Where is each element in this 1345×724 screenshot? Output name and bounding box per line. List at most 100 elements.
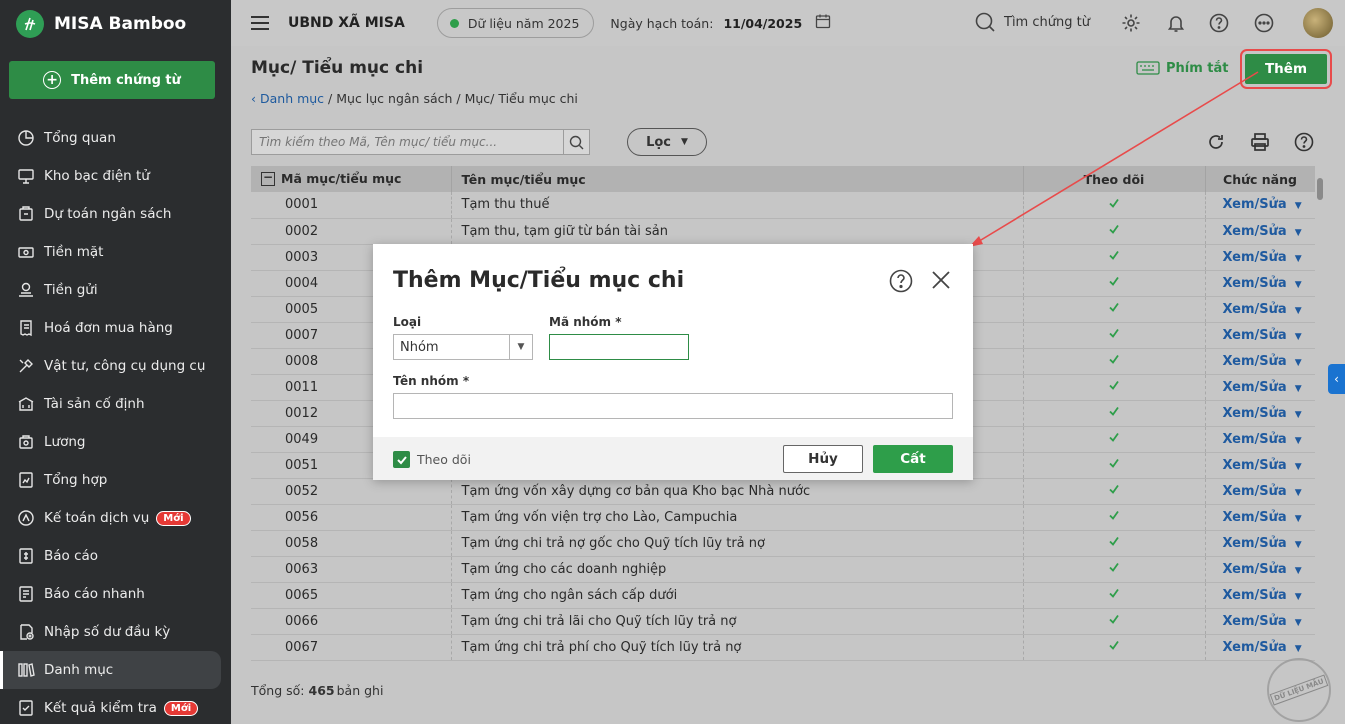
column-header-tracking[interactable]: Theo dõi — [1023, 166, 1206, 192]
sidebar-item-budget[interactable]: Dự toán ngân sách — [0, 195, 231, 233]
caret-down-icon[interactable]: ▼ — [1295, 254, 1302, 264]
view-edit-action[interactable]: Xem/Sửa ▼ — [1205, 530, 1315, 557]
cancel-button[interactable]: Hủy — [783, 445, 863, 473]
data-year-chip[interactable]: Dữ liệu năm 2025 — [436, 8, 595, 38]
view-edit-label[interactable]: Xem/Sửa — [1223, 354, 1287, 369]
table-row[interactable]: 0058 Tạm ứng chi trả nợ gốc cho Quỹ tích … — [251, 530, 1315, 557]
caret-down-icon[interactable]: ▼ — [1295, 592, 1302, 602]
table-row[interactable]: 0063 Tạm ứng cho các doanh nghiệp Xem/Sửa ▼ — [251, 556, 1315, 583]
column-header-name[interactable]: Tên mục/tiểu mục — [451, 166, 1024, 192]
view-edit-action[interactable]: Xem/Sửa ▼ — [1205, 374, 1315, 401]
view-edit-label[interactable]: Xem/Sửa — [1223, 536, 1287, 551]
sidebar-item-cash[interactable]: Tiền mặt — [0, 233, 231, 271]
sidebar-item-opening-balance[interactable]: Nhập số dư đầu kỳ — [0, 613, 231, 651]
table-row[interactable]: 0001 Tạm thu thuế Xem/Sửa ▼ — [251, 192, 1315, 219]
sidebar-item-deposit[interactable]: Tiền gửi — [0, 271, 231, 309]
view-edit-label[interactable]: Xem/Sửa — [1223, 250, 1287, 265]
checkbox-checked-icon[interactable] — [393, 451, 410, 468]
filter-button[interactable]: Lọc ▼ — [627, 128, 707, 156]
sidebar-item-check-results[interactable]: Kết quả kiểm tra Mới — [0, 689, 231, 724]
caret-down-icon[interactable]: ▼ — [1295, 358, 1302, 368]
sidebar-item-purchase-invoice[interactable]: Hoá đơn mua hàng — [0, 309, 231, 347]
sidebar-item-e-treasury[interactable]: Kho bạc điện tử — [0, 157, 231, 195]
caret-down-icon[interactable]: ▼ — [1295, 436, 1302, 446]
view-edit-label[interactable]: Xem/Sửa — [1223, 640, 1287, 655]
view-edit-label[interactable]: Xem/Sửa — [1223, 614, 1287, 629]
caret-down-icon[interactable]: ▼ — [1295, 618, 1302, 628]
table-row[interactable]: 0052 Tạm ứng vốn xây dựng cơ bản qua Kho … — [251, 478, 1315, 505]
table-row[interactable]: 0002 Tạm thu, tạm giữ từ bán tài sản Xem/S… — [251, 218, 1315, 245]
vertical-scrollbar[interactable] — [1316, 166, 1324, 706]
sidebar-item-reports[interactable]: Báo cáo — [0, 537, 231, 575]
view-edit-action[interactable]: Xem/Sửa ▼ — [1205, 218, 1315, 245]
collapse-all-icon[interactable]: − — [261, 171, 275, 186]
view-edit-action[interactable]: Xem/Sửa ▼ — [1205, 192, 1315, 219]
search-icon[interactable] — [563, 130, 589, 154]
table-row[interactable]: 0066 Tạm ứng chi trả lãi cho Quỹ tích lũy… — [251, 608, 1315, 635]
column-header-actions[interactable]: Chức năng — [1205, 166, 1315, 192]
voucher-search[interactable]: Tìm chứng từ — [974, 11, 1090, 33]
view-edit-label[interactable]: Xem/Sửa — [1223, 458, 1287, 473]
close-icon[interactable] — [930, 269, 952, 295]
scrollbar-thumb[interactable] — [1317, 178, 1323, 200]
caret-down-icon[interactable]: ▼ — [1295, 514, 1302, 524]
caret-down-icon[interactable]: ▼ — [1295, 201, 1302, 211]
caret-down-icon[interactable]: ▼ — [1295, 280, 1302, 290]
caret-down-icon[interactable]: ▼ — [509, 335, 532, 359]
help-icon[interactable] — [1208, 12, 1230, 34]
dialog-help-icon[interactable] — [889, 269, 913, 297]
view-edit-label[interactable]: Xem/Sửa — [1223, 484, 1287, 499]
view-edit-action[interactable]: Xem/Sửa ▼ — [1205, 296, 1315, 323]
table-help-icon[interactable] — [1293, 131, 1315, 153]
sidebar-item-materials[interactable]: Vật tư, công cụ dụng cụ — [0, 347, 231, 385]
track-checkbox[interactable]: Theo dõi — [393, 451, 471, 468]
more-options-icon[interactable] — [1253, 12, 1275, 34]
view-edit-action[interactable]: Xem/Sửa ▼ — [1205, 582, 1315, 609]
caret-down-icon[interactable]: ▼ — [1295, 306, 1302, 316]
view-edit-label[interactable]: Xem/Sửa — [1223, 562, 1287, 577]
collapse-panel-chevron-icon[interactable]: ‹ — [1328, 364, 1345, 394]
calendar-icon[interactable] — [815, 13, 831, 33]
view-edit-label[interactable]: Xem/Sửa — [1223, 406, 1287, 421]
view-edit-label[interactable]: Xem/Sửa — [1223, 588, 1287, 603]
view-edit-label[interactable]: Xem/Sửa — [1223, 224, 1287, 239]
view-edit-action[interactable]: Xem/Sửa ▼ — [1205, 244, 1315, 271]
view-edit-label[interactable]: Xem/Sửa — [1223, 328, 1287, 343]
view-edit-action[interactable]: Xem/Sửa ▼ — [1205, 608, 1315, 635]
shortcut-button[interactable]: Phím tắt — [1136, 60, 1229, 76]
view-edit-label[interactable]: Xem/Sửa — [1223, 302, 1287, 317]
table-row[interactable]: 0065 Tạm ứng cho ngân sách cấp dưới Xem/Sử… — [251, 582, 1315, 609]
sidebar-item-service-accounting[interactable]: Kế toán dịch vụ Mới — [0, 499, 231, 537]
sidebar-item-overview[interactable]: Tổng quan — [0, 119, 231, 157]
save-button[interactable]: Cất — [873, 445, 953, 473]
add-voucher-button[interactable]: + Thêm chứng từ — [9, 61, 215, 99]
user-avatar[interactable] — [1303, 8, 1333, 38]
settings-gear-icon[interactable] — [1120, 12, 1142, 34]
view-edit-label[interactable]: Xem/Sửa — [1223, 197, 1287, 212]
brand[interactable]: MISA Bamboo — [16, 10, 186, 38]
view-edit-label[interactable]: Xem/Sửa — [1223, 276, 1287, 291]
caret-down-icon[interactable]: ▼ — [1295, 462, 1302, 472]
caret-down-icon[interactable]: ▼ — [1295, 228, 1302, 238]
refresh-icon[interactable] — [1205, 131, 1227, 153]
caret-down-icon[interactable]: ▼ — [1295, 332, 1302, 342]
table-row[interactable]: 0067 Tạm ứng chi trả phí cho Quỹ tích lũy… — [251, 634, 1315, 661]
menu-icon[interactable] — [251, 16, 269, 30]
breadcrumb-back-link[interactable]: ‹ Danh mục — [251, 91, 324, 106]
view-edit-action[interactable]: Xem/Sửa ▼ — [1205, 504, 1315, 531]
view-edit-label[interactable]: Xem/Sửa — [1223, 510, 1287, 525]
caret-down-icon[interactable]: ▼ — [1295, 540, 1302, 550]
view-edit-action[interactable]: Xem/Sửa ▼ — [1205, 400, 1315, 427]
table-row[interactable]: 0056 Tạm ứng vốn viện trợ cho Lào, Campuc… — [251, 504, 1315, 531]
caret-down-icon[interactable]: ▼ — [1295, 566, 1302, 576]
view-edit-action[interactable]: Xem/Sửa ▼ — [1205, 478, 1315, 505]
view-edit-action[interactable]: Xem/Sửa ▼ — [1205, 322, 1315, 349]
view-edit-action[interactable]: Xem/Sửa ▼ — [1205, 270, 1315, 297]
view-edit-action[interactable]: Xem/Sửa ▼ — [1205, 634, 1315, 661]
sidebar-item-summary[interactable]: Tổng hợp — [0, 461, 231, 499]
caret-down-icon[interactable]: ▼ — [1295, 410, 1302, 420]
bell-icon[interactable] — [1165, 12, 1187, 34]
view-edit-action[interactable]: Xem/Sửa ▼ — [1205, 452, 1315, 479]
sidebar-item-catalog[interactable]: Danh mục — [0, 651, 221, 689]
view-edit-label[interactable]: Xem/Sửa — [1223, 432, 1287, 447]
